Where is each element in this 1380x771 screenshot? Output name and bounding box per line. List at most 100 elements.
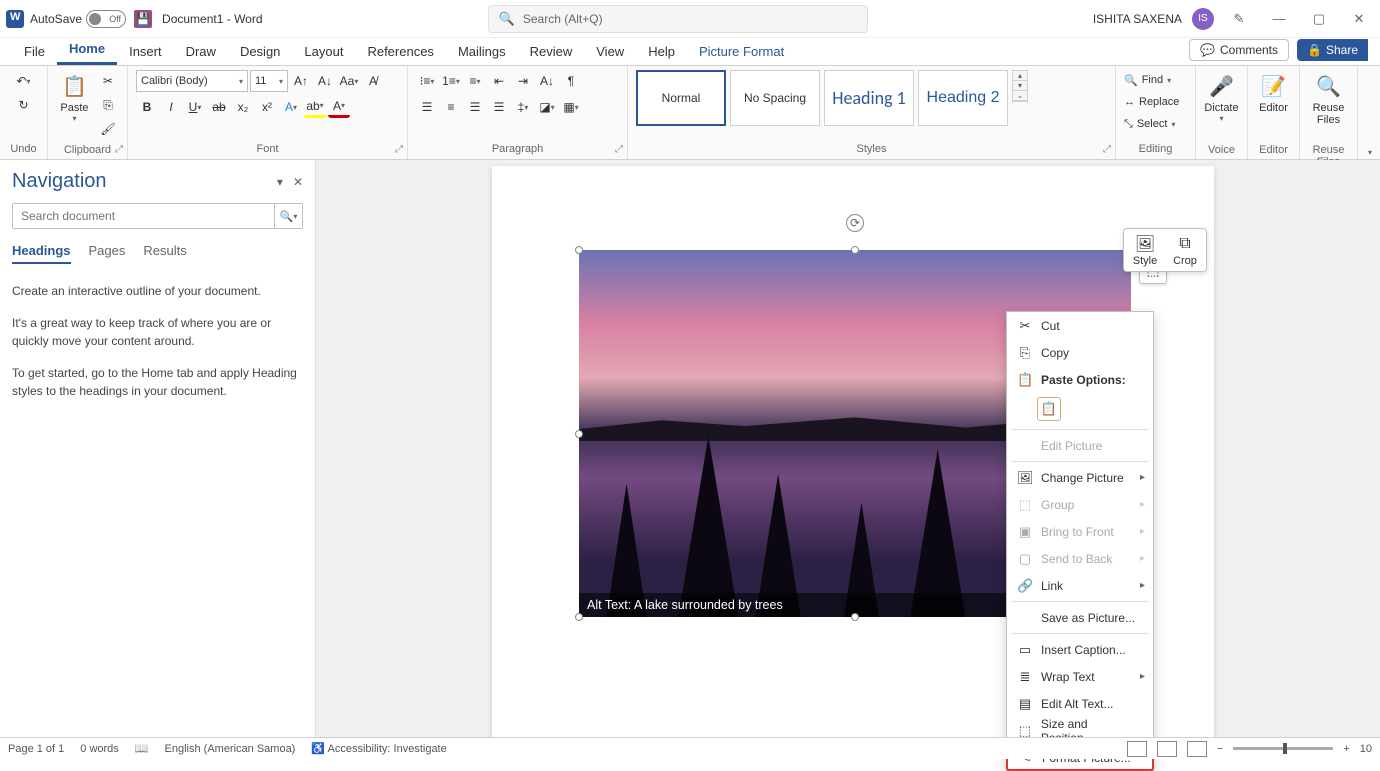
document-canvas[interactable]: ⟳ Alt Text: A lake surrounded by trees	[316, 160, 1380, 737]
align-left-button[interactable]: ☰	[416, 96, 438, 118]
replace-button[interactable]: ↔Replace	[1124, 92, 1179, 112]
undo-button[interactable]: ↶▾	[13, 70, 35, 92]
pic-style-button[interactable]: 🖼 Style	[1128, 233, 1162, 267]
resize-handle-nw[interactable]	[575, 246, 583, 254]
ctx-copy[interactable]: ⎘Copy	[1007, 339, 1153, 366]
zoom-level[interactable]: 10	[1360, 743, 1372, 755]
autosave-toggle[interactable]: Off	[86, 10, 126, 28]
line-spacing-button[interactable]: ‡▾	[512, 96, 534, 118]
minimize-icon[interactable]: —	[1264, 11, 1294, 26]
save-icon[interactable]: 💾	[134, 10, 152, 28]
redo-button[interactable]: ↻	[13, 94, 35, 116]
ctx-cut[interactable]: ✂Cut	[1007, 312, 1153, 339]
ribbon-display-icon[interactable]: ✎	[1224, 11, 1254, 27]
style-heading1[interactable]: Heading 1	[824, 70, 914, 126]
reuse-files-button[interactable]: 🔍Reuse Files	[1308, 70, 1349, 142]
tab-help[interactable]: Help	[636, 40, 687, 65]
resize-handle-s[interactable]	[851, 613, 859, 621]
copy-button[interactable]: ⎘	[97, 94, 119, 116]
rotate-handle[interactable]: ⟳	[846, 214, 864, 232]
font-name-select[interactable]: Calibri (Body)▾	[136, 70, 248, 92]
view-focus-button[interactable]	[1127, 741, 1147, 757]
font-launcher-icon[interactable]: ⤢	[395, 144, 403, 155]
paste-option-keep-source[interactable]: 📋	[1037, 397, 1061, 421]
tab-review[interactable]: Review	[518, 40, 585, 65]
tab-mailings[interactable]: Mailings	[446, 40, 518, 65]
nav-search-button[interactable]: 🔍▾	[274, 204, 302, 228]
nav-dropdown-icon[interactable]: ▾	[277, 175, 283, 189]
grow-font-button[interactable]: A↑	[290, 70, 312, 92]
numbering-button[interactable]: 1≡▾	[440, 70, 462, 92]
styles-launcher-icon[interactable]: ⤢	[1103, 144, 1111, 155]
tab-picture-format[interactable]: Picture Format	[687, 40, 796, 65]
tab-insert[interactable]: Insert	[117, 40, 174, 65]
align-right-button[interactable]: ☰	[464, 96, 486, 118]
ctx-wrap-text[interactable]: ≣Wrap Text▸	[1007, 663, 1153, 690]
tab-view[interactable]: View	[584, 40, 636, 65]
shading-button[interactable]: ◪▾	[536, 96, 558, 118]
tab-design[interactable]: Design	[228, 40, 292, 65]
ctx-edit-alt-text[interactable]: ▤Edit Alt Text...	[1007, 690, 1153, 717]
tell-me-search[interactable]: 🔍 Search (Alt+Q)	[488, 5, 868, 33]
change-case-button[interactable]: Aa▾	[338, 70, 360, 92]
clipboard-launcher-icon[interactable]: ⤢	[115, 144, 123, 155]
ribbon-collapse-icon[interactable]: ▾	[1368, 148, 1372, 157]
status-spell-icon[interactable]: 📖	[135, 742, 149, 755]
dictate-button[interactable]: 🎤Dictate▾	[1204, 70, 1239, 142]
style-normal[interactable]: Normal	[636, 70, 726, 126]
tab-draw[interactable]: Draw	[174, 40, 228, 65]
pic-crop-button[interactable]: ⧉ Crop	[1168, 233, 1202, 267]
share-button[interactable]: 🔒 Share	[1297, 39, 1368, 61]
multilevel-button[interactable]: ≡▾	[464, 70, 486, 92]
justify-button[interactable]: ☰	[488, 96, 510, 118]
editor-button[interactable]: 📝Editor	[1256, 70, 1291, 142]
paste-button[interactable]: 📋 Paste ▾	[56, 70, 93, 142]
nav-close-icon[interactable]: ✕	[293, 175, 303, 189]
nav-search[interactable]: 🔍▾	[12, 203, 303, 229]
indent-decrease-button[interactable]: ⇤	[488, 70, 510, 92]
highlight-button[interactable]: ab▾	[304, 96, 326, 118]
maximize-icon[interactable]: ▢	[1304, 11, 1334, 27]
nav-tab-headings[interactable]: Headings	[12, 243, 71, 264]
status-words[interactable]: 0 words	[80, 743, 119, 755]
cut-button[interactable]: ✂	[97, 70, 119, 92]
nav-search-input[interactable]	[13, 204, 274, 228]
text-effects-button[interactable]: A▾	[280, 96, 302, 118]
font-size-select[interactable]: 11▾	[250, 70, 288, 92]
comments-button[interactable]: 💬 Comments	[1189, 39, 1289, 61]
resize-handle-sw[interactable]	[575, 613, 583, 621]
sort-button[interactable]: A↓	[536, 70, 558, 92]
select-button[interactable]: ⤡Select▾	[1124, 114, 1175, 134]
format-painter-button[interactable]: 🖌	[97, 118, 119, 140]
zoom-slider[interactable]	[1233, 747, 1333, 750]
strike-button[interactable]: ab	[208, 96, 230, 118]
zoom-out-button[interactable]: −	[1217, 743, 1223, 755]
nav-tab-results[interactable]: Results	[143, 243, 186, 264]
status-language[interactable]: English (American Samoa)	[165, 743, 296, 755]
underline-button[interactable]: U▾	[184, 96, 206, 118]
styles-scroll[interactable]: ▴▾⌄	[1012, 70, 1028, 102]
tab-home[interactable]: Home	[57, 37, 117, 65]
status-page[interactable]: Page 1 of 1	[8, 743, 64, 755]
align-center-button[interactable]: ≡	[440, 96, 462, 118]
ctx-link[interactable]: 🔗Link▸	[1007, 572, 1153, 599]
ctx-insert-caption[interactable]: ▭Insert Caption...	[1007, 636, 1153, 663]
find-button[interactable]: 🔍Find▾	[1124, 70, 1171, 90]
tab-file[interactable]: File	[12, 40, 57, 65]
user-avatar[interactable]: IS	[1192, 8, 1214, 30]
status-accessibility[interactable]: ♿ Accessibility: Investigate	[311, 742, 446, 755]
show-marks-button[interactable]: ¶	[560, 70, 582, 92]
bold-button[interactable]: B	[136, 96, 158, 118]
italic-button[interactable]: I	[160, 96, 182, 118]
zoom-in-button[interactable]: +	[1343, 743, 1349, 755]
subscript-button[interactable]: x₂	[232, 96, 254, 118]
style-no-spacing[interactable]: No Spacing	[730, 70, 820, 126]
ctx-change-picture[interactable]: 🖼Change Picture▸	[1007, 464, 1153, 491]
resize-handle-n[interactable]	[851, 246, 859, 254]
shrink-font-button[interactable]: A↓	[314, 70, 336, 92]
borders-button[interactable]: ▦▾	[560, 96, 582, 118]
font-color-button[interactable]: A▾	[328, 96, 350, 118]
clear-format-button[interactable]: A̸	[362, 70, 384, 92]
nav-tab-pages[interactable]: Pages	[89, 243, 126, 264]
ctx-save-as-picture[interactable]: Save as Picture...	[1007, 604, 1153, 631]
